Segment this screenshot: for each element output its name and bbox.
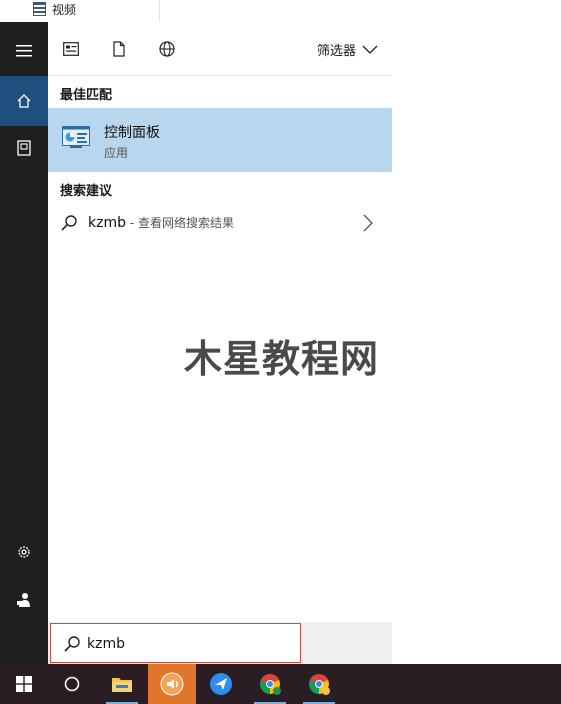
chrome-profile-2-taskbar-button[interactable] <box>295 664 343 704</box>
film-icon <box>33 2 46 16</box>
paper-plane-app-icon <box>210 673 232 695</box>
explorer-item-videos[interactable]: 视频 <box>33 0 76 18</box>
speaker-app-icon <box>160 672 184 696</box>
search-box[interactable] <box>50 623 301 663</box>
screen: 视频 筛选器 最佳匹配 控制面板 应用 搜索建议 kzmb - 查看网络搜索结果… <box>0 0 561 704</box>
cortana-button[interactable] <box>48 664 96 704</box>
filter-web-button[interactable] <box>158 40 176 58</box>
hamburger-menu-button[interactable] <box>0 26 48 76</box>
settings-button[interactable] <box>0 527 48 577</box>
web-suggestion-item[interactable]: kzmb - 查看网络搜索结果 <box>48 208 392 238</box>
suggestion-query: kzmb <box>88 215 126 231</box>
gear-icon <box>18 546 30 558</box>
cortana-circle-icon <box>64 676 80 692</box>
watermark-text: 木星教程网 <box>184 337 380 381</box>
best-match-heading: 最佳匹配 <box>60 88 113 103</box>
filter-documents-button[interactable] <box>110 40 128 58</box>
filter-label: 筛选器 <box>316 44 356 59</box>
audio-app-taskbar-button[interactable] <box>148 664 196 704</box>
chevron-down-icon <box>362 45 378 54</box>
chevron-right-icon <box>363 214 373 232</box>
chrome-icon <box>309 674 330 695</box>
hamburger-icon <box>16 45 32 57</box>
search-icon <box>61 215 77 231</box>
result-title: 控制面板 <box>104 125 160 141</box>
home-button[interactable] <box>0 76 48 126</box>
feedback-person-icon <box>17 593 30 607</box>
start-rail <box>0 22 48 664</box>
explorer-item-label: 视频 <box>52 2 77 17</box>
chrome-profile-1-taskbar-button[interactable] <box>246 664 294 704</box>
document-icon <box>113 41 125 57</box>
home-icon <box>17 94 31 108</box>
globe-icon <box>159 41 175 57</box>
folder-icon <box>112 678 132 692</box>
filter-bar: 筛选器 <box>48 22 392 76</box>
apps-icon <box>63 42 79 56</box>
file-explorer-taskbar-button[interactable] <box>98 664 146 704</box>
best-match-result[interactable]: 控制面板 应用 <box>48 108 392 172</box>
feather-app-taskbar-button[interactable] <box>197 664 245 704</box>
control-panel-icon <box>62 126 90 148</box>
start-button[interactable] <box>0 664 48 704</box>
taskbar <box>0 664 561 704</box>
suggestions-heading: 搜索建议 <box>60 184 113 199</box>
divider <box>159 0 160 22</box>
chrome-icon <box>260 674 281 695</box>
suggestion-hint: - 查看网络搜索结果 <box>125 216 234 230</box>
result-subtitle: 应用 <box>104 146 129 160</box>
search-input[interactable] <box>87 634 287 654</box>
notebook-icon <box>17 140 31 156</box>
filter-dropdown-button[interactable]: 筛选器 <box>317 40 378 59</box>
explorer-strip: 视频 <box>0 0 561 22</box>
search-icon <box>64 636 80 652</box>
filter-apps-button[interactable] <box>62 40 80 58</box>
feedback-button[interactable] <box>0 575 48 625</box>
suggestion-text: kzmb - 查看网络搜索结果 <box>88 214 234 231</box>
notebook-button[interactable] <box>0 123 48 173</box>
windows-logo-icon <box>16 676 32 692</box>
